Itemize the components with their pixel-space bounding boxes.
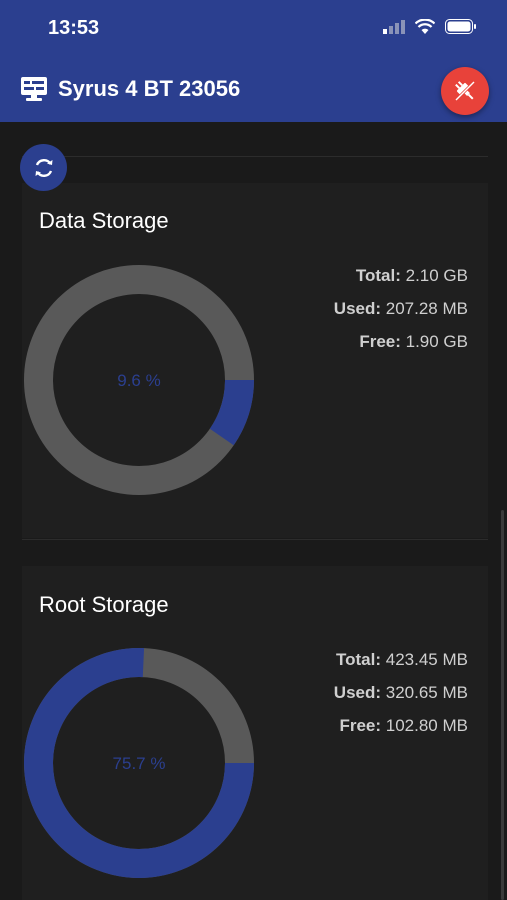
total-label: Total:	[336, 650, 382, 669]
used-label: Used:	[333, 683, 382, 702]
free-value: 102.80 MB	[385, 716, 468, 735]
root-storage-percent: 75.7 %	[112, 754, 166, 773]
total-value: 2.10 GB	[405, 266, 468, 285]
status-icons	[383, 19, 477, 34]
total-row: Total: 2.10 GB	[334, 259, 468, 292]
used-row: Used: 207.28 MB	[334, 292, 468, 325]
total-label: Total:	[355, 266, 401, 285]
wifi-icon	[415, 19, 435, 34]
root-storage-title: Root Storage	[39, 592, 169, 617]
total-row: Total: 423.45 MB	[334, 643, 468, 676]
used-value: 320.65 MB	[385, 683, 468, 702]
monitor-icon	[21, 77, 47, 101]
data-storage-stats: Total: 2.10 GB Used: 207.28 MB Free: 1.9…	[334, 259, 468, 358]
used-row: Used: 320.65 MB	[334, 676, 468, 709]
top-divider	[22, 156, 488, 157]
refresh-button[interactable]	[20, 144, 67, 191]
free-value: 1.90 GB	[405, 332, 468, 351]
used-label: Used:	[333, 299, 382, 318]
disconnect-button[interactable]	[441, 67, 489, 115]
data-storage-title: Data Storage	[39, 208, 169, 233]
refresh-icon	[35, 158, 52, 177]
total-value: 423.45 MB	[385, 650, 468, 669]
free-label: Free:	[359, 332, 401, 351]
free-row: Free: 1.90 GB	[334, 325, 468, 358]
used-value: 207.28 MB	[385, 299, 468, 318]
battery-icon	[445, 19, 476, 34]
page-title: Syrus 4 BT 23056	[58, 76, 241, 101]
free-row: Free: 102.80 MB	[334, 709, 468, 742]
free-label: Free:	[339, 716, 382, 735]
scrollbar[interactable]	[501, 510, 504, 900]
status-time: 13:53	[48, 17, 100, 39]
app-header: 13:53 Syrus 4 BT 23056	[0, 0, 507, 122]
data-storage-percent: 9.6 %	[117, 371, 161, 390]
root-storage-stats: Total: 423.45 MB Used: 320.65 MB Free: 1…	[334, 643, 468, 742]
cellular-signal-icon	[383, 19, 405, 34]
section-divider	[22, 539, 488, 540]
plug-icon	[454, 80, 476, 102]
